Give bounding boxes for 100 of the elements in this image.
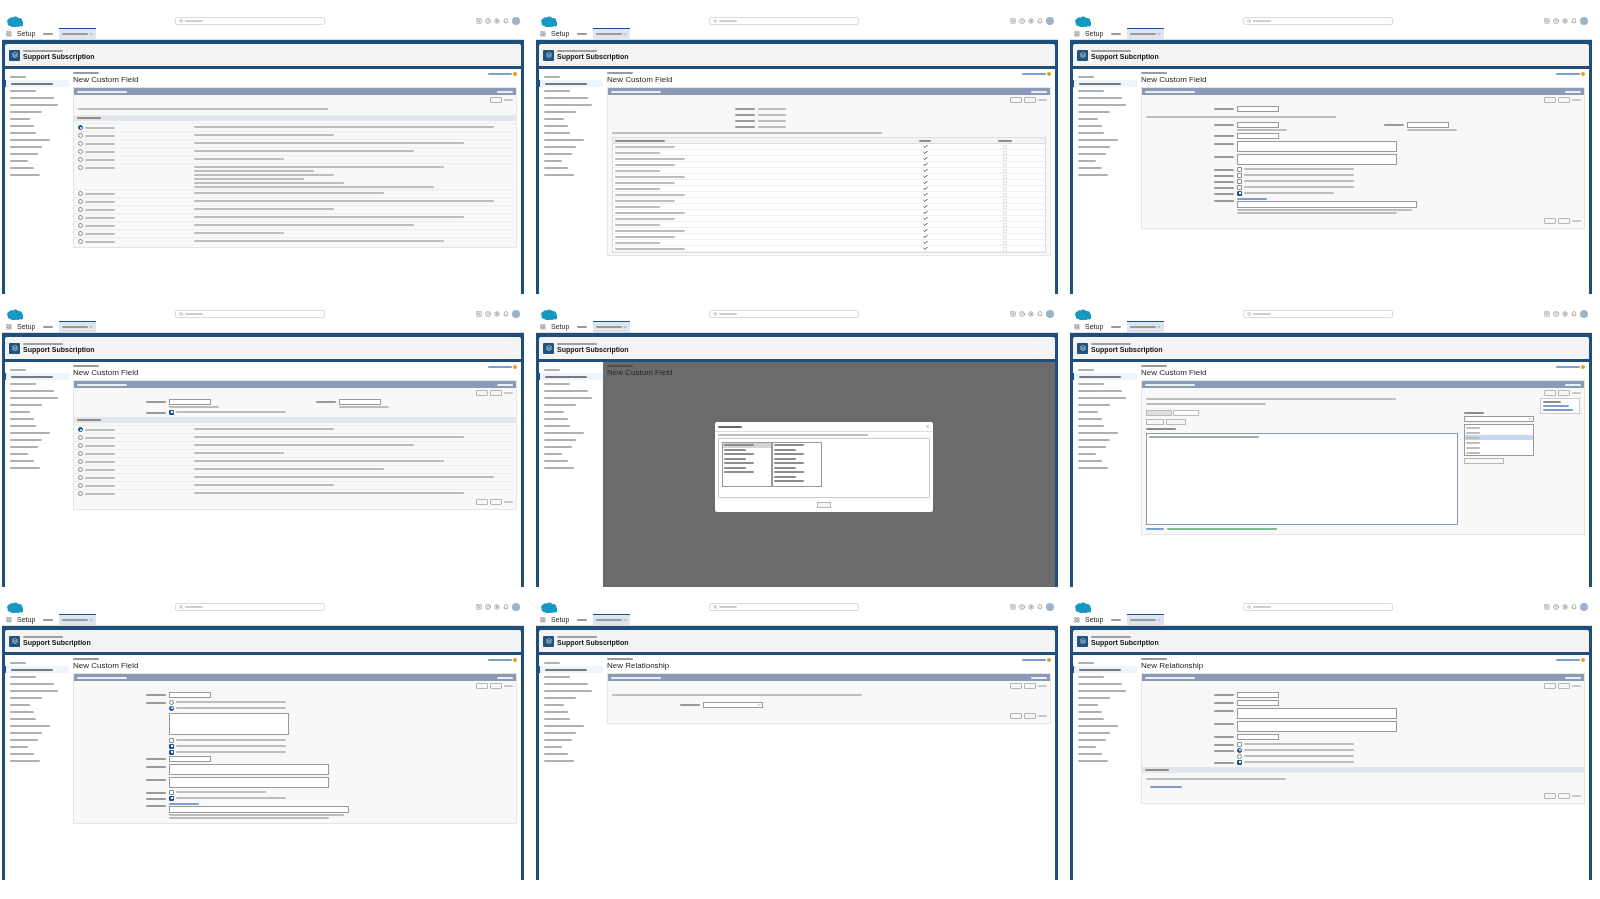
radio-button[interactable] (78, 191, 83, 196)
button[interactable] (1544, 390, 1556, 396)
settings-icon[interactable] (1562, 311, 1568, 317)
checkbox[interactable] (1237, 172, 1242, 178)
button[interactable] (476, 390, 488, 396)
button[interactable] (490, 97, 502, 103)
app-launcher-icon[interactable] (540, 30, 546, 37)
text-field[interactable] (1407, 122, 1449, 128)
checkbox[interactable] (169, 795, 174, 801)
button[interactable] (476, 683, 488, 689)
bell-icon[interactable] (503, 604, 509, 610)
sidebar-item[interactable] (539, 666, 603, 673)
text-area[interactable] (1237, 721, 1397, 732)
add-icon[interactable] (476, 311, 482, 317)
bell-icon[interactable] (1037, 311, 1043, 317)
nav-tab[interactable] (1127, 28, 1165, 39)
nav-tab[interactable] (593, 321, 631, 332)
app-launcher-icon[interactable] (1074, 30, 1080, 37)
app-launcher-icon[interactable] (1074, 616, 1080, 623)
add-icon[interactable] (1010, 604, 1016, 610)
radio-button[interactable] (78, 475, 83, 480)
radio-button[interactable] (169, 705, 174, 711)
button[interactable] (1464, 458, 1504, 464)
sidebar-item[interactable] (1073, 373, 1137, 380)
text-area[interactable] (1237, 141, 1397, 152)
button[interactable] (1544, 97, 1556, 103)
app-launcher-icon[interactable] (6, 323, 12, 330)
radio-button[interactable] (78, 459, 83, 464)
bell-icon[interactable] (1037, 604, 1043, 610)
button[interactable] (1024, 683, 1036, 689)
checkbox[interactable] (1237, 166, 1242, 172)
checkbox[interactable] (1237, 190, 1242, 196)
radio-button[interactable] (1237, 753, 1242, 759)
help-icon[interactable] (485, 604, 491, 610)
sidebar-item[interactable] (5, 666, 69, 673)
close-button[interactable] (817, 502, 831, 508)
button[interactable] (1010, 97, 1022, 103)
avatar-icon[interactable] (512, 603, 520, 611)
search-field[interactable] (174, 603, 325, 611)
help-icon[interactable] (1019, 311, 1025, 317)
button[interactable] (1010, 713, 1022, 719)
radio-button[interactable] (78, 491, 83, 496)
text-area[interactable] (169, 764, 329, 775)
add-icon[interactable] (1544, 18, 1550, 24)
search-field[interactable] (708, 310, 859, 318)
text-field[interactable] (169, 399, 211, 405)
sidebar-item[interactable] (1073, 80, 1137, 87)
field-list[interactable] (772, 442, 822, 487)
checkbox[interactable] (169, 737, 174, 743)
button[interactable] (1558, 390, 1570, 396)
sidebar-item[interactable] (5, 80, 69, 87)
function-list[interactable] (1464, 424, 1534, 456)
avatar-icon[interactable] (512, 310, 520, 318)
avatar-icon[interactable] (1580, 603, 1588, 611)
radio-button[interactable] (78, 133, 83, 138)
app-launcher-icon[interactable] (540, 616, 546, 623)
checkbox[interactable] (1237, 759, 1242, 765)
nav-tab[interactable] (59, 614, 97, 625)
radio-button[interactable] (78, 443, 83, 448)
radio-button[interactable] (78, 231, 83, 236)
help-icon[interactable] (1553, 18, 1559, 24)
button[interactable] (1558, 793, 1570, 799)
bell-icon[interactable] (503, 18, 509, 24)
text-area[interactable] (1237, 154, 1397, 165)
checkbox[interactable] (1237, 184, 1242, 190)
bell-icon[interactable] (1571, 18, 1577, 24)
radio-button[interactable] (78, 141, 83, 146)
radio-button[interactable] (169, 699, 174, 705)
radio-button[interactable] (78, 165, 83, 170)
avatar-icon[interactable] (1580, 17, 1588, 25)
app-launcher-icon[interactable] (540, 323, 546, 330)
radio-button[interactable] (1237, 747, 1242, 753)
list-item[interactable] (723, 443, 771, 448)
search-field[interactable] (708, 603, 859, 611)
settings-icon[interactable] (1562, 18, 1568, 24)
radio-button[interactable] (78, 199, 83, 204)
text-field[interactable] (169, 756, 211, 762)
dropdown[interactable] (703, 702, 763, 708)
settings-icon[interactable] (1028, 311, 1034, 317)
radio-button[interactable] (78, 467, 83, 472)
checkbox[interactable] (1237, 178, 1242, 184)
app-launcher-icon[interactable] (1074, 323, 1080, 330)
tab[interactable] (1146, 410, 1172, 416)
search-field[interactable] (1242, 310, 1393, 318)
bell-icon[interactable] (1037, 18, 1043, 24)
text-field[interactable] (1237, 700, 1279, 706)
add-icon[interactable] (1010, 18, 1016, 24)
search-field[interactable] (174, 310, 325, 318)
button[interactable] (1558, 683, 1570, 689)
help-icon[interactable] (485, 311, 491, 317)
checkbox[interactable] (1237, 741, 1242, 747)
bell-icon[interactable] (1571, 604, 1577, 610)
add-icon[interactable] (1010, 311, 1016, 317)
radio-button[interactable] (78, 239, 83, 244)
checkbox[interactable] (169, 749, 174, 755)
checkbox[interactable] (169, 789, 174, 795)
button[interactable] (490, 683, 502, 689)
dropdown[interactable] (1464, 416, 1534, 422)
button[interactable] (1024, 713, 1036, 719)
button[interactable] (490, 499, 502, 505)
